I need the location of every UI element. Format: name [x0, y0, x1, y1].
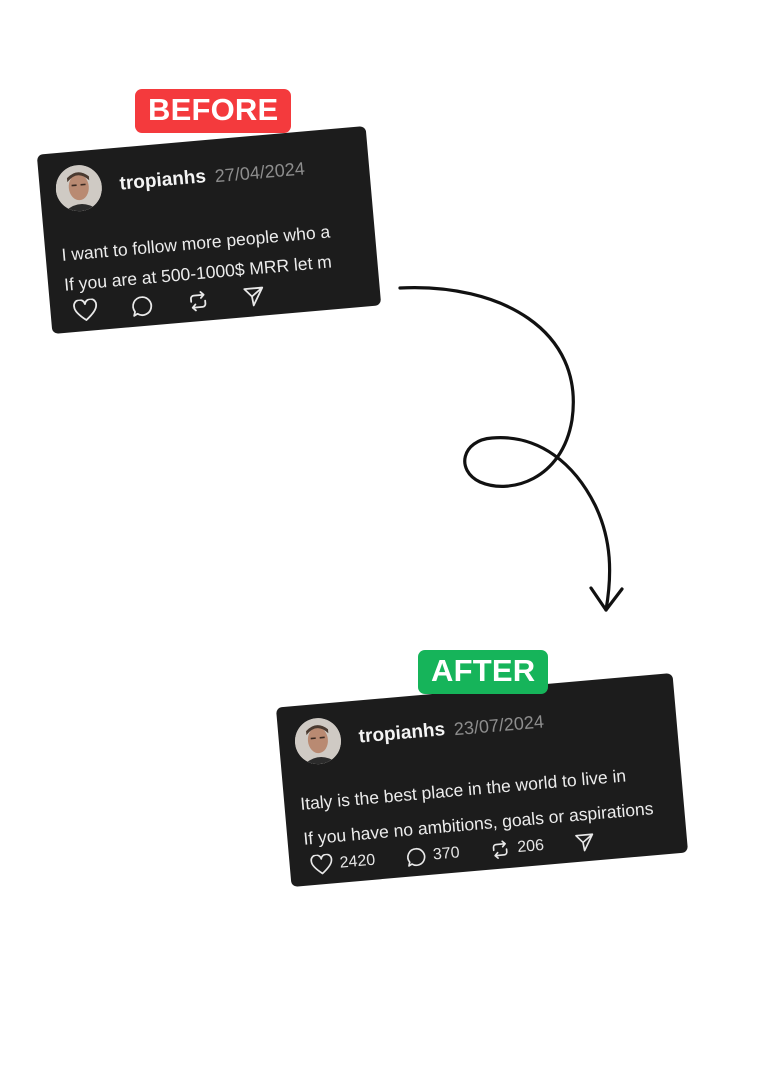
curved-arrow [398, 286, 624, 612]
after-badge: AFTER [418, 650, 549, 695]
before-badge: BEFORE [135, 89, 292, 134]
